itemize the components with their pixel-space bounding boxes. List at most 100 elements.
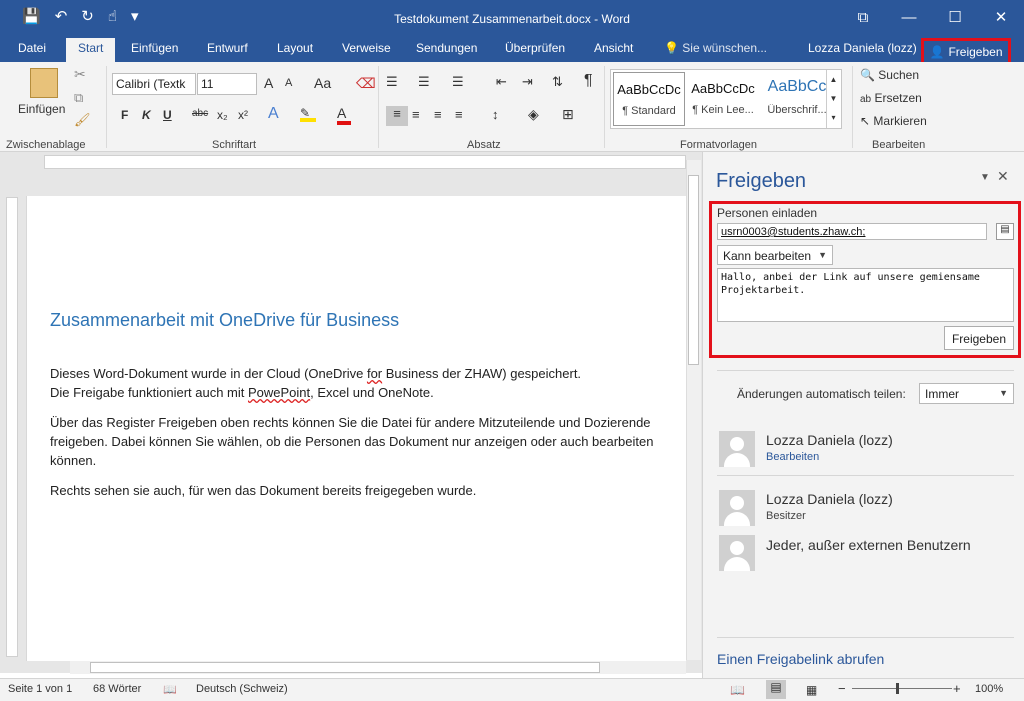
web-layout-icon[interactable]: ▦	[806, 683, 817, 697]
share-button-label: Freigeben	[948, 45, 1003, 59]
zoom-slider-thumb[interactable]	[896, 683, 899, 694]
select-label: Markieren	[873, 114, 927, 128]
tab-layout[interactable]: Layout	[277, 41, 313, 55]
bullets-icon[interactable]: ☰	[386, 74, 398, 90]
cut-icon[interactable]: ✂	[74, 66, 86, 83]
borders-icon[interactable]: ⊞	[562, 106, 574, 123]
styles-scroll[interactable]: ▲ ▼ ▾	[826, 70, 840, 128]
print-layout-icon[interactable]: ▤	[766, 680, 786, 699]
style-sample: AaBbCcDc	[617, 82, 681, 97]
pane-options-icon[interactable]: ▼	[980, 172, 990, 183]
replace-icon: ab	[860, 94, 872, 105]
sort-icon[interactable]: ⇅	[552, 74, 563, 90]
get-share-link[interactable]: Einen Freigabelink abrufen	[717, 651, 884, 667]
invite-email-input[interactable]: usrn0003@students.zhaw.ch;	[717, 223, 987, 240]
styles-gallery: AaBbCcDc ¶ Standard AaBbCcDc ¶ Kein Lee.…	[610, 69, 842, 129]
select-button[interactable]: ↖ Markieren	[860, 114, 927, 128]
tab-ueberpruefen[interactable]: Überprüfen	[505, 41, 565, 55]
increase-indent-icon[interactable]: ⇥	[522, 74, 533, 90]
invite-message-textarea[interactable]: Hallo, anbei der Link auf unsere gemiens…	[717, 268, 1014, 322]
permission-select[interactable]: Kann bearbeiten ▼	[717, 245, 833, 265]
find-button[interactable]: 🔍 Suchen	[860, 68, 919, 82]
paragraph-text: Business der ZHAW) gespeichert.	[382, 366, 582, 381]
maximize-icon[interactable]: ☐	[932, 0, 978, 34]
decrease-indent-icon[interactable]: ⇤	[496, 74, 507, 90]
minimize-icon[interactable]: —	[886, 0, 932, 34]
justify-icon[interactable]: ≡	[455, 107, 463, 122]
clear-formatting-icon[interactable]: ⌫	[356, 75, 376, 92]
language-indicator[interactable]: Deutsch (Schweiz)	[196, 683, 288, 695]
paste-icon[interactable]	[30, 68, 58, 98]
change-case-button[interactable]: Aa	[314, 75, 331, 91]
cursor-icon: ↖	[860, 114, 871, 128]
style-name: ¶ Standard	[622, 105, 676, 117]
strikethrough-button[interactable]: abc	[192, 108, 208, 119]
line-spacing-icon[interactable]: ↕	[492, 107, 499, 122]
auto-share-select[interactable]: Immer ▼	[919, 383, 1014, 404]
share-send-button[interactable]: Freigeben	[944, 326, 1014, 350]
copy-icon[interactable]: ⧉	[74, 90, 83, 106]
style-standard[interactable]: AaBbCcDc ¶ Standard	[613, 72, 685, 126]
close-icon[interactable]: ✕	[978, 0, 1024, 34]
shading-icon[interactable]: ◈	[528, 106, 539, 123]
tell-me-label: Sie wünschen...	[682, 41, 768, 55]
zoom-out-icon[interactable]: −	[838, 681, 846, 696]
format-painter-icon[interactable]: 🖌	[74, 112, 91, 128]
font-size-select[interactable]: 11	[197, 73, 257, 95]
style-heading[interactable]: AaBbCc Überschrif...	[761, 72, 833, 126]
address-book-icon[interactable]: ▤	[996, 223, 1014, 240]
tab-entwurf[interactable]: Entwurf	[207, 41, 248, 55]
spelling-error: for	[366, 366, 383, 381]
align-left-icon[interactable]: ≡	[386, 106, 408, 126]
grow-font-icon[interactable]: A	[264, 75, 273, 91]
font-color-icon[interactable]: A	[337, 105, 351, 125]
align-right-icon[interactable]: ≡	[434, 107, 442, 122]
tab-datei[interactable]: Datei	[18, 41, 46, 55]
tab-verweise[interactable]: Verweise	[342, 41, 391, 55]
tell-me-search[interactable]: 💡 Sie wünschen...	[664, 41, 767, 55]
zoom-level[interactable]: 100%	[975, 683, 1003, 695]
group-label-paragraph: Absatz	[467, 139, 501, 151]
read-mode-icon[interactable]: 📖	[730, 683, 745, 697]
numbering-icon[interactable]: ☰	[418, 74, 430, 90]
group-separator	[106, 66, 107, 148]
paste-button[interactable]: Einfügen	[18, 102, 65, 116]
text-effects-icon[interactable]: A	[268, 105, 279, 123]
ribbon-tabs: Datei Start Einfügen Entwurf Layout Verw…	[0, 36, 1024, 62]
superscript-button[interactable]: x²	[238, 108, 248, 122]
multilevel-list-icon[interactable]: ☰	[452, 74, 464, 90]
person-permission-link[interactable]: Bearbeiten	[766, 451, 819, 463]
zoom-slider[interactable]	[852, 688, 952, 689]
auto-share-value: Immer	[925, 387, 959, 401]
style-no-spacing[interactable]: AaBbCcDc ¶ Kein Lee...	[687, 72, 759, 126]
align-center-icon[interactable]: ≡	[412, 107, 420, 122]
horizontal-ruler[interactable]	[44, 155, 686, 169]
proofing-icon[interactable]: 📖	[163, 683, 177, 696]
italic-button[interactable]: K	[142, 108, 151, 122]
pane-close-icon[interactable]: ✕	[997, 168, 1009, 185]
underline-button[interactable]: U	[163, 108, 172, 122]
tab-einfuegen[interactable]: Einfügen	[131, 41, 178, 55]
tab-sendungen[interactable]: Sendungen	[416, 41, 477, 55]
show-marks-button[interactable]: ¶	[584, 72, 593, 90]
bold-button[interactable]: F	[121, 108, 128, 122]
word-count[interactable]: 68 Wörter	[93, 683, 141, 695]
horizontal-scroll-thumb[interactable]	[90, 662, 600, 673]
share-pane-title: Freigeben	[716, 170, 807, 192]
user-name[interactable]: Lozza Daniela (lozz)	[808, 41, 917, 55]
shrink-font-icon[interactable]: A	[285, 77, 292, 89]
tab-ansicht[interactable]: Ansicht	[594, 41, 633, 55]
group-label-font: Schriftart	[212, 139, 257, 151]
document-paragraph: Über das Register Freigeben oben rechts …	[50, 415, 654, 468]
page-count[interactable]: Seite 1 von 1	[8, 683, 72, 695]
font-family-select[interactable]: Calibri (Textk	[112, 73, 196, 95]
tab-start[interactable]: Start	[66, 38, 116, 62]
vertical-ruler[interactable]	[6, 197, 18, 657]
ribbon-display-options-icon[interactable]: ⧉	[840, 0, 886, 34]
replace-button[interactable]: ab Ersetzen	[860, 91, 922, 105]
zoom-in-icon[interactable]: +	[953, 681, 961, 696]
subscript-button[interactable]: x₂	[217, 108, 228, 122]
vertical-scroll-thumb[interactable]	[688, 175, 699, 365]
paragraph-text: Die Freigabe funktioniert auch mit	[50, 385, 248, 400]
highlight-icon[interactable]: ✎	[300, 106, 316, 122]
